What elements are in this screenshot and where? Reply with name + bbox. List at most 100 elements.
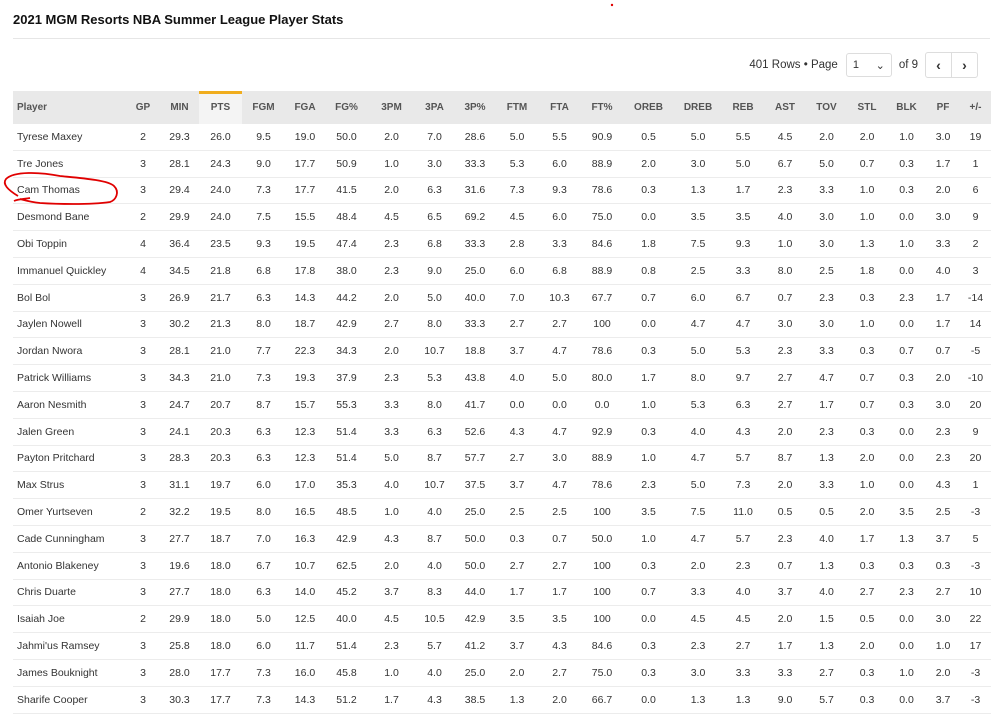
cell-ftm: 4.5 — [496, 203, 538, 232]
cell-ftm: 3.5 — [496, 605, 538, 634]
player-name[interactable]: Immanuel Quickley — [13, 257, 126, 285]
cell-ftm: 4.3 — [496, 418, 538, 446]
cell-tov: 4.7 — [806, 364, 847, 392]
player-name[interactable]: Tyrese Maxey — [13, 124, 126, 151]
cell-reb: 1.7 — [722, 177, 764, 205]
table-row: Aaron Nesmith 3 24.7 20.7 8.7 15.7 55.3 3.3 8.0 4… — [13, 391, 991, 419]
column-header-ast[interactable]: AST — [764, 91, 806, 124]
column-header-oreb[interactable]: OREB — [623, 91, 674, 124]
cell-gp: 3 — [126, 337, 160, 366]
cell-fga: 17.8 — [285, 257, 325, 285]
cell-blk: 0.0 — [887, 445, 926, 473]
cell-pts: 18.0 — [199, 605, 242, 634]
player-name[interactable]: Tre Jones — [13, 150, 126, 178]
cell-pts: 23.5 — [199, 230, 242, 258]
column-header-pts[interactable]: PTS — [199, 91, 242, 124]
cell-fga: 12.5 — [285, 605, 325, 634]
cell-gp: 3 — [126, 418, 160, 446]
cell-gp: 4 — [126, 230, 160, 258]
cell-pts: 26.0 — [199, 124, 242, 151]
cell-ft-pct: 80.0 — [581, 364, 623, 392]
cell-3p-pct: 43.8 — [454, 364, 496, 392]
cell-plus-minus: 10 — [960, 579, 991, 607]
table-row: Jalen Green 3 24.1 20.3 6.3 12.3 51.4 3.3 6.3 52.… — [13, 418, 991, 446]
column-header-player[interactable]: Player — [13, 91, 126, 124]
cell-pf: 1.7 — [926, 311, 960, 339]
column-header-3pa[interactable]: 3PA — [415, 91, 454, 124]
cell-blk: 0.0 — [887, 257, 926, 285]
column-header-ft-pct[interactable]: FT% — [581, 91, 623, 124]
cell-ftm: 0.0 — [496, 391, 538, 419]
player-name[interactable]: Chris Duarte — [13, 579, 126, 607]
cell-ast: 1.7 — [764, 632, 806, 660]
column-header-min[interactable]: MIN — [160, 91, 199, 124]
column-header-3pm[interactable]: 3PM — [368, 91, 415, 124]
column-header-ftm[interactable]: FTM — [496, 91, 538, 124]
cell-pf: 3.0 — [926, 124, 960, 151]
cell-3pm: 4.5 — [368, 203, 415, 232]
cell-reb: 4.7 — [722, 311, 764, 339]
cell-ast: 2.7 — [764, 364, 806, 392]
column-header-fg-pct[interactable]: FG% — [325, 91, 368, 124]
column-header-plus-minus[interactable]: +/- — [960, 91, 991, 124]
cell-oreb: 1.8 — [623, 230, 674, 258]
chevron-left-icon[interactable]: ‹ — [926, 53, 951, 77]
column-header-gp[interactable]: GP — [126, 91, 160, 124]
player-name[interactable]: Desmond Bane — [13, 203, 126, 232]
player-name[interactable]: Antonio Blakeney — [13, 552, 126, 580]
player-name[interactable]: Payton Pritchard — [13, 445, 126, 473]
cell-tov: 3.3 — [806, 471, 847, 500]
column-header-reb[interactable]: REB — [722, 91, 764, 124]
chevron-right-icon[interactable]: › — [951, 53, 977, 77]
player-name[interactable]: Cam Thomas — [13, 177, 126, 205]
cell-3pm: 2.0 — [368, 284, 415, 312]
column-header-blk[interactable]: BLK — [887, 91, 926, 124]
cell-dreb: 4.7 — [674, 445, 722, 473]
cell-pf: 3.3 — [926, 230, 960, 258]
cell-3p-pct: 37.5 — [454, 471, 496, 500]
cell-ast: 2.7 — [764, 391, 806, 419]
column-header-3p-pct[interactable]: 3P% — [454, 91, 496, 124]
player-name[interactable]: Sharife Cooper — [13, 686, 126, 714]
player-name[interactable]: Isaiah Joe — [13, 605, 126, 634]
cell-3pa: 8.0 — [415, 391, 454, 419]
cell-3pm: 2.3 — [368, 257, 415, 285]
cell-fg-pct: 45.8 — [325, 659, 368, 687]
column-header-tov[interactable]: TOV — [806, 91, 847, 124]
pagination: 401 Rows • Page 1 ⌄ of 9 ‹ › — [749, 52, 978, 78]
player-name[interactable]: Obi Toppin — [13, 230, 126, 258]
column-header-stl[interactable]: STL — [847, 91, 887, 124]
cell-min: 24.7 — [160, 391, 199, 419]
column-header-pf[interactable]: PF — [926, 91, 960, 124]
cell-fg-pct: 55.3 — [325, 391, 368, 419]
cell-tov: 4.0 — [806, 579, 847, 607]
cell-fta: 0.7 — [538, 525, 581, 553]
column-header-fgm[interactable]: FGM — [242, 91, 285, 124]
cell-reb: 6.3 — [722, 391, 764, 419]
cell-3pm: 1.7 — [368, 686, 415, 714]
cell-3p-pct: 25.0 — [454, 659, 496, 687]
player-name[interactable]: Omer Yurtseven — [13, 498, 126, 526]
column-header-fta[interactable]: FTA — [538, 91, 581, 124]
player-name[interactable]: Max Strus — [13, 471, 126, 500]
player-name[interactable]: Jaylen Nowell — [13, 311, 126, 339]
column-header-fga[interactable]: FGA — [285, 91, 325, 124]
player-name[interactable]: Jahmi'us Ramsey — [13, 632, 126, 660]
cell-pf: 4.0 — [926, 257, 960, 285]
player-name[interactable]: Bol Bol — [13, 284, 126, 312]
player-name[interactable]: Cade Cunningham — [13, 525, 126, 553]
page-select[interactable]: 1 ⌄ — [845, 53, 892, 77]
cell-dreb: 5.0 — [674, 471, 722, 500]
cell-stl: 0.3 — [847, 552, 887, 580]
cell-3pm: 2.0 — [368, 337, 415, 366]
player-name[interactable]: Jordan Nwora — [13, 337, 126, 366]
player-name[interactable]: Jalen Green — [13, 418, 126, 446]
column-header-dreb[interactable]: DREB — [674, 91, 722, 124]
cell-min: 30.2 — [160, 311, 199, 339]
cell-min: 28.3 — [160, 445, 199, 473]
player-name[interactable]: Aaron Nesmith — [13, 391, 126, 419]
cell-fga: 15.7 — [285, 391, 325, 419]
player-name[interactable]: Patrick Williams — [13, 364, 126, 392]
player-name[interactable]: James Bouknight — [13, 659, 126, 687]
cell-ft-pct: 78.6 — [581, 337, 623, 366]
